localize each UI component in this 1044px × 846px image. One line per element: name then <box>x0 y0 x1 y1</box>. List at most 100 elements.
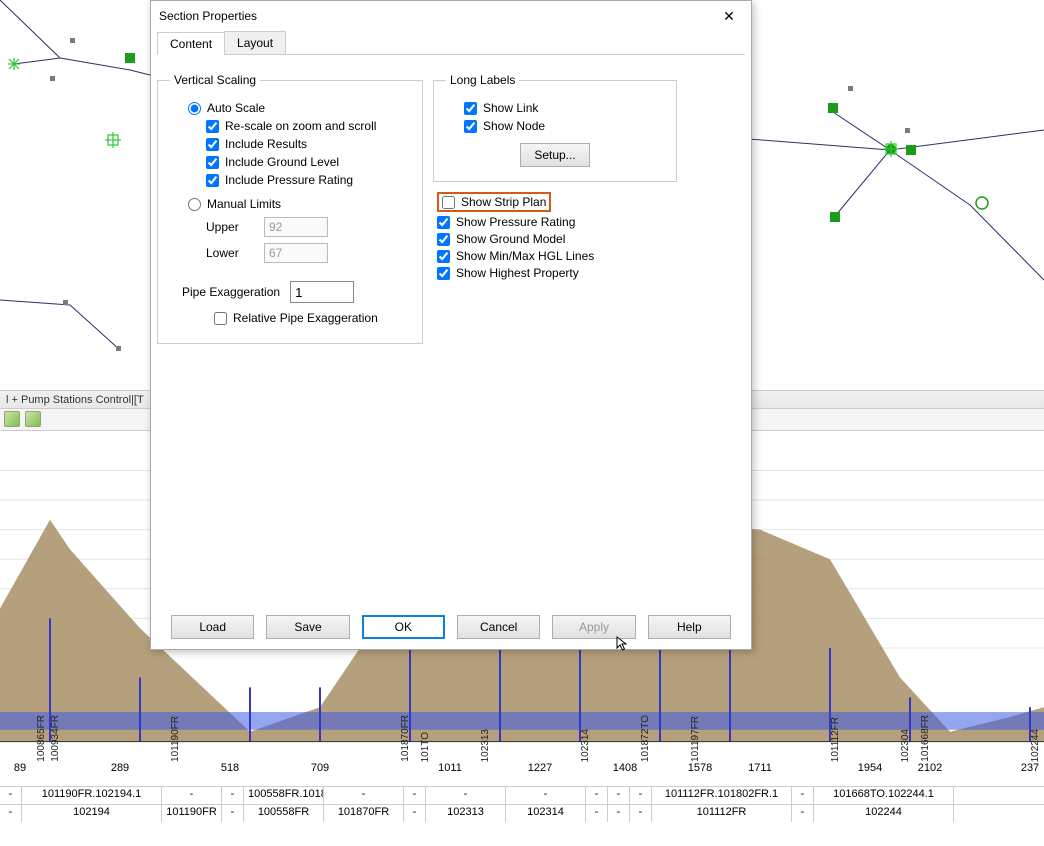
show-strip-plan-highlight: Show Strip Plan <box>437 192 551 212</box>
footer-cell: 102313 <box>426 805 506 822</box>
rescale-label: Re-scale on zoom and scroll <box>225 119 376 133</box>
section-properties-dialog: Section Properties ✕ Content Layout Vert… <box>150 0 752 650</box>
node-label: 102244 <box>1030 729 1041 762</box>
include-ground-label: Include Ground Level <box>225 155 339 169</box>
toolbar-icon-2[interactable] <box>25 411 41 427</box>
setup-button[interactable]: Setup... <box>520 143 590 167</box>
footer-cell: 100558FR <box>244 805 324 822</box>
include-results-label: Include Results <box>225 137 307 151</box>
tab-layout[interactable]: Layout <box>224 31 286 54</box>
vertical-scaling-legend: Vertical Scaling <box>170 73 260 87</box>
dialog-tabstrip: Content Layout <box>157 31 745 55</box>
show-minmax-hgl-checkbox[interactable] <box>437 250 450 263</box>
upper-label: Upper <box>206 220 254 234</box>
show-node-label: Show Node <box>483 119 545 133</box>
footer-cell: 102194 <box>22 805 162 822</box>
lower-input[interactable] <box>264 243 328 263</box>
chainage-tick: 1578 <box>688 762 712 774</box>
footer-cell: - <box>586 805 608 822</box>
show-strip-plan-checkbox[interactable] <box>442 196 455 209</box>
chainage-tick: 518 <box>221 762 239 774</box>
footer-cell: 101112FR <box>652 805 792 822</box>
footer-cell: 101190FR <box>162 805 222 822</box>
manual-limits-radio[interactable] <box>188 198 201 211</box>
footer-cell: - <box>0 805 22 822</box>
cancel-button[interactable]: Cancel <box>457 615 540 639</box>
toolbar-icon-1[interactable] <box>4 411 20 427</box>
include-pressure-label: Include Pressure Rating <box>225 173 353 187</box>
footer-cell: - <box>792 787 814 804</box>
footer-cell: - <box>630 787 652 804</box>
vertical-scaling-group: Vertical Scaling Auto Scale Re-scale on … <box>157 73 423 344</box>
footer-cell: - <box>222 787 244 804</box>
chainage-tick: 2102 <box>918 762 942 774</box>
rescale-checkbox[interactable] <box>206 120 219 133</box>
show-strip-plan-label: Show Strip Plan <box>461 195 546 209</box>
include-ground-checkbox[interactable] <box>206 156 219 169</box>
section-footer-table: -101190FR.102194.1--100558FR.101870FR.1-… <box>0 786 1044 846</box>
show-pressure-rating-label: Show Pressure Rating <box>456 215 575 229</box>
footer-row-1: -101190FR.102194.1--100558FR.101870FR.1-… <box>0 786 1044 804</box>
ok-button[interactable]: OK <box>362 615 445 639</box>
show-minmax-hgl-label: Show Min/Max HGL Lines <box>456 249 594 263</box>
node-label: 101668FR <box>920 715 931 762</box>
node-label: 102304 <box>900 729 911 762</box>
footer-cell: 102244 <box>814 805 954 822</box>
chainage-tick: 709 <box>311 762 329 774</box>
relative-pipe-exag-label: Relative Pipe Exaggeration <box>233 311 378 325</box>
footer-cell: - <box>608 787 630 804</box>
footer-cell: - <box>162 787 222 804</box>
footer-cell: - <box>426 787 506 804</box>
node-label: 101870FR <box>400 715 411 762</box>
footer-cell: - <box>586 787 608 804</box>
lower-label: Lower <box>206 246 254 260</box>
node-label: 101TO <box>420 732 431 762</box>
footer-cell: - <box>404 805 426 822</box>
close-icon[interactable]: ✕ <box>715 5 743 27</box>
auto-scale-radio[interactable] <box>188 102 201 115</box>
node-label: 100865FR <box>36 715 47 762</box>
footer-cell: - <box>608 805 630 822</box>
footer-cell: 101112FR.101802FR.1 <box>652 787 792 804</box>
help-button[interactable]: Help <box>648 615 731 639</box>
save-button[interactable]: Save <box>266 615 349 639</box>
chainage-tick: 237 <box>1021 762 1039 774</box>
chainage-tick: 1711 <box>748 762 772 774</box>
footer-cell: - <box>792 805 814 822</box>
footer-cell: 102314 <box>506 805 586 822</box>
chainage-tick: 1227 <box>528 762 552 774</box>
chainage-tick: 1408 <box>613 762 637 774</box>
show-ground-model-checkbox[interactable] <box>437 233 450 246</box>
manual-limits-label: Manual Limits <box>207 197 281 211</box>
node-label: 100934FR <box>50 715 61 762</box>
dialog-titlebar[interactable]: Section Properties ✕ <box>151 1 751 31</box>
node-label: 101197FR <box>690 716 701 762</box>
chainage-tick: 289 <box>111 762 129 774</box>
show-pressure-rating-checkbox[interactable] <box>437 216 450 229</box>
node-labels-row: 100865FR100934FR 101190FR 101870FR 101TO 102… <box>0 712 1044 762</box>
dialog-title: Section Properties <box>159 9 715 23</box>
long-labels-group: Long Labels Show Link Show Node Setup... <box>433 73 677 182</box>
relative-pipe-exag-checkbox[interactable] <box>214 312 227 325</box>
long-labels-legend: Long Labels <box>446 73 519 87</box>
include-results-checkbox[interactable] <box>206 138 219 151</box>
footer-cell: - <box>0 787 22 804</box>
footer-row-2: -102194101190FR-100558FR101870FR-1023131… <box>0 804 1044 822</box>
show-node-checkbox[interactable] <box>464 120 477 133</box>
upper-input[interactable] <box>264 217 328 237</box>
node-label: 101190FR <box>170 716 181 762</box>
chainage-axis: 8928951870910111227140815781711195421022… <box>0 762 1044 778</box>
footer-cell: - <box>630 805 652 822</box>
tab-content[interactable]: Content <box>157 32 225 55</box>
apply-button[interactable]: Apply <box>552 615 635 639</box>
show-ground-model-label: Show Ground Model <box>456 232 565 246</box>
show-link-checkbox[interactable] <box>464 102 477 115</box>
pipe-exag-input[interactable] <box>290 281 354 303</box>
show-highest-property-checkbox[interactable] <box>437 267 450 280</box>
include-pressure-checkbox[interactable] <box>206 174 219 187</box>
chainage-tick: 89 <box>14 762 26 774</box>
footer-cell: 101668TO.102244.1 <box>814 787 954 804</box>
footer-cell: 101870FR <box>324 805 404 822</box>
show-highest-property-label: Show Highest Property <box>456 266 579 280</box>
load-button[interactable]: Load <box>171 615 254 639</box>
